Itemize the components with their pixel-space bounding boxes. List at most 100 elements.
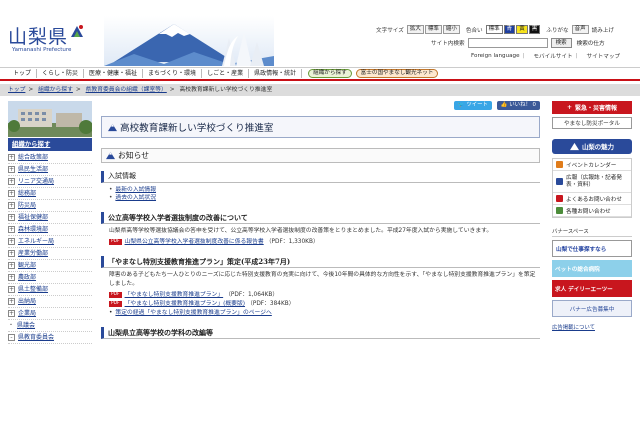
gnav-living[interactable]: くらし・防災 [37, 69, 85, 78]
tweet-label: ツイート [466, 102, 488, 108]
gnav-town[interactable]: まちづくり・環境 [143, 69, 203, 78]
page-title-text: 高校教育課新しい学校づくり推進室 [120, 123, 274, 134]
org-item-label: 県議会 [17, 322, 36, 329]
audio-button[interactable]: 音声 [571, 25, 589, 34]
right-sidebar: + 緊急・災害情報 やまなし防災ポータル 山梨の魅力 イベントカレンダー 広報（… [552, 101, 632, 331]
public-relations-link[interactable]: 広報（広報誌・記者発表・資料） [553, 171, 631, 193]
gnav-tourism-pill[interactable]: 富士の国やまなし観光ネット [355, 69, 439, 78]
emergency-info-button[interactable]: + 緊急・災害情報 [552, 101, 632, 114]
gnav-top[interactable]: トップ [8, 69, 38, 78]
disaster-portal-button[interactable]: やまなし防災ポータル [552, 117, 632, 129]
org-item[interactable]: + 防災局 [8, 200, 92, 212]
breadcrumb-top[interactable]: トップ [8, 87, 25, 93]
search-input[interactable] [467, 37, 548, 48]
gnav-government[interactable]: 県政情報・統計 [249, 69, 303, 78]
faq-label: よくあるお問い合わせ [566, 196, 622, 203]
breadcrumb-separator: > [28, 87, 34, 93]
org-item[interactable]: + 総務部 [8, 188, 92, 200]
org-item[interactable]: + エネルギー局 [8, 236, 92, 248]
org-item[interactable]: + 観光部 [8, 260, 92, 272]
expand-icon: + [8, 286, 15, 293]
ad-info-link[interactable]: 広告掲載について [552, 323, 632, 331]
mountain-icon [108, 123, 117, 131]
org-item[interactable]: - 県教育委員会 [8, 332, 92, 344]
plan-summary-pdf-size: （PDF：384KB） [247, 301, 295, 308]
site-map-link[interactable]: サイトマップ [586, 52, 620, 60]
public-relations-label: 広報（広報誌・記者発表・資料） [566, 174, 622, 188]
exam-links: 最新の入試情報 過去の入試状況 [101, 186, 540, 202]
org-item[interactable]: ・県議会 [8, 320, 92, 332]
mobile-site-link[interactable]: モバイルサイト [533, 52, 572, 60]
pdf-icon: PDF [109, 292, 122, 299]
pet-hospital-banner[interactable]: ペットの総合病院 [552, 260, 632, 277]
plan-summary-pdf-link[interactable]: 「やまなし特別支援教育推進プラン」(概要版) [125, 300, 245, 308]
breadcrumb-separator: > [75, 87, 81, 93]
collapse-icon: - [8, 334, 15, 341]
expand-icon: + [8, 250, 15, 257]
org-search-title[interactable]: 組織から探す [8, 138, 92, 151]
breadcrumb-organization[interactable]: 組織から探す [38, 87, 73, 93]
reform-pdf-link[interactable]: 山梨県公立高等学校入学者選抜制度改善に係る報告書 [125, 238, 264, 246]
inquiries-link[interactable]: 各種お問い合わせ [553, 205, 631, 217]
gnav-health[interactable]: 医療・健康・福祉 [84, 69, 144, 78]
faq-link[interactable]: よくあるお問い合わせ [553, 193, 631, 205]
breadcrumb-separator: > [169, 87, 175, 93]
font-size-label: 文字サイズ [376, 27, 404, 34]
past-exam-link[interactable]: 過去の入試状況 [115, 195, 156, 201]
furigana-label: ふりがな [546, 27, 569, 34]
color-black-button[interactable]: 黒 [528, 25, 541, 34]
org-item-label: 産業労働部 [18, 250, 49, 257]
org-item[interactable]: + 県土整備部 [8, 284, 92, 296]
org-item[interactable]: + 福祉保健部 [8, 212, 92, 224]
search-button[interactable]: 検索 [550, 37, 572, 48]
divider: | [575, 52, 578, 59]
bullet: • [109, 310, 113, 317]
org-item[interactable]: + リニア交通局 [8, 176, 92, 188]
org-item[interactable]: + 出納局 [8, 296, 92, 308]
foreign-language-link[interactable]: Foreign language [471, 53, 520, 59]
utility-links-row: Foreign language | モバイルサイト | サイトマップ [376, 50, 636, 61]
charm-button[interactable]: 山梨の魅力 [552, 139, 632, 154]
site-header: 山梨県 Yamanashi Prefecture 文字サイズ 拡大 標準 縮小 [0, 0, 640, 66]
org-item[interactable]: + 総合政策部 [8, 152, 92, 164]
plan-process-link[interactable]: 策定の経過「やまなし特別支援教育推進プラン」のページへ [115, 309, 271, 317]
plan-section-heading: 「やまなし特別支援教育推進プラン」策定(平成23年7月) [101, 256, 540, 269]
org-item[interactable]: + 企業局 [8, 308, 92, 320]
event-calendar-link[interactable]: イベントカレンダー [553, 159, 631, 171]
search-help-link[interactable]: 検索の仕方 [577, 39, 605, 47]
color-yellow-button[interactable]: 黄 [516, 25, 528, 34]
calendar-icon [556, 161, 563, 168]
font-size-large-button[interactable]: 拡大 [406, 25, 424, 34]
prefectural-office-photo [8, 101, 92, 137]
org-item[interactable]: + 県民生活部 [8, 164, 92, 176]
job-search-banner[interactable]: 山梨で仕事探すなら [552, 240, 632, 257]
site-logo[interactable]: 山梨県 Yamanashi Prefecture [8, 22, 100, 58]
megaphone-icon [556, 178, 563, 185]
tweet-button[interactable]: 🐦 ツイート [453, 101, 492, 110]
expand-icon: + [8, 274, 15, 281]
gnav-work[interactable]: しごと・産業 [202, 69, 250, 78]
social-buttons: 🐦 ツイート 👍 いいね！ 0 [101, 101, 540, 113]
org-item-label: 観光部 [18, 262, 37, 269]
gnav-organization-pill[interactable]: 組織から探す [308, 69, 352, 78]
logo-kanji: 山梨県 [8, 26, 69, 48]
plan-pdf-link[interactable]: 「やまなし特別支援教育推進プラン」 [125, 291, 224, 299]
pdf-icon: PDF [109, 301, 122, 308]
font-size-standard-button[interactable]: 標準 [424, 25, 442, 34]
expand-icon: + [8, 166, 15, 173]
color-blue-button[interactable]: 青 [503, 25, 516, 34]
expand-icon: + [8, 226, 15, 233]
banner-recruitment-banner[interactable]: バナー広告募集中 [552, 300, 632, 317]
like-button[interactable]: 👍 いいね！ 0 [496, 101, 540, 110]
job-ad-banner[interactable]: 求人 デイリーエーツー [552, 280, 632, 297]
org-list: + 総合政策部 + 県民生活部 + リニア交通局 + 総務部 + 防災局 + 福祉保健部 + 森林環境部 +… [8, 152, 92, 344]
org-item[interactable]: + 産業労働部 [8, 248, 92, 260]
org-item[interactable]: + 農政部 [8, 272, 92, 284]
org-item[interactable]: + 森林環境部 [8, 224, 92, 236]
latest-exam-link[interactable]: 最新の入試情報 [115, 187, 156, 193]
font-size-small-button[interactable]: 縮小 [442, 25, 460, 34]
breadcrumb-education-board[interactable]: 県教育委員会の組織（課室等） [86, 87, 167, 93]
color-standard-button[interactable]: 標準 [485, 25, 503, 34]
header-mountain-image [104, 16, 274, 66]
inquiries-label: 各種お問い合わせ [566, 208, 611, 215]
